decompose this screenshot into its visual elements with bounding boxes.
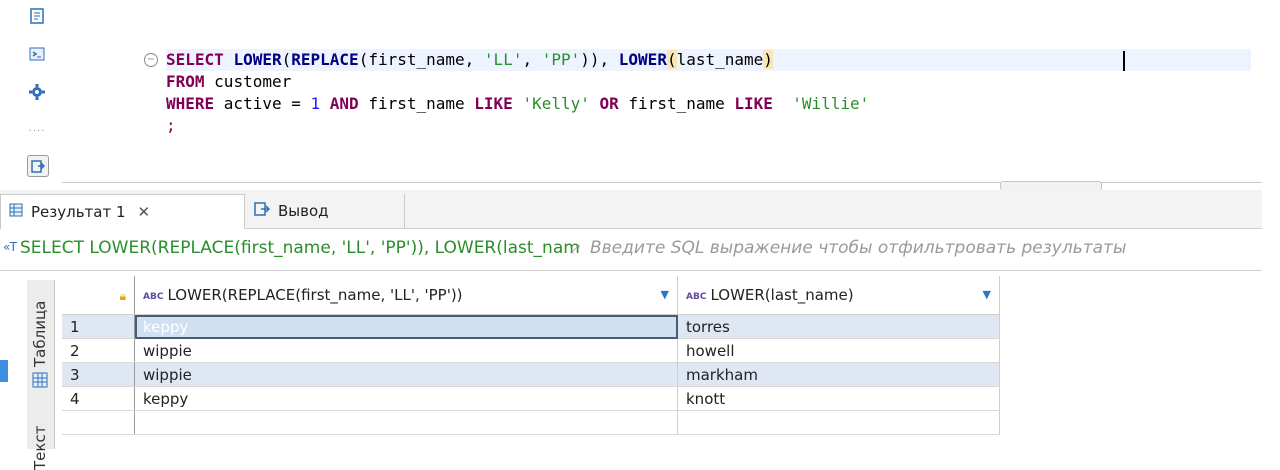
text-type-icon: ABC <box>686 292 707 302</box>
code-token: customer <box>214 72 292 91</box>
cell[interactable]: knott <box>677 386 1000 411</box>
code-token: AND <box>320 94 369 113</box>
row-number[interactable]: 1 <box>62 314 135 339</box>
table-row[interactable]: 4 keppy knott <box>62 386 1000 411</box>
text-type-icon: ABC <box>143 292 164 302</box>
code-token: 'PP' <box>541 50 581 69</box>
cell <box>677 410 1000 435</box>
code-token: (first_name, <box>358 50 484 69</box>
console-icon[interactable] <box>27 44 47 64</box>
code-token: ; <box>166 116 176 135</box>
code-token: , <box>522 50 542 69</box>
table-row[interactable]: 1 keppy torres <box>62 314 1000 339</box>
sql-prefix-icon: «T <box>3 240 18 254</box>
sort-dropdown-icon[interactable]: ▼ <box>661 288 669 301</box>
code-token: OR <box>589 94 629 113</box>
code-token: WHERE <box>166 94 224 113</box>
gear-icon[interactable] <box>27 82 47 102</box>
code-token: active = <box>223 94 311 113</box>
code-token: 'Kelly' <box>522 94 590 113</box>
code-token: REPLACE <box>291 50 359 69</box>
view-mode-strip: Таблица Текст <box>27 280 55 470</box>
tab-results[interactable]: Результат 1 ✕ <box>0 194 245 229</box>
grid-icon[interactable] <box>32 372 48 392</box>
code-line-1: SELECT LOWER(REPLACE(first_name, 'LL', '… <box>166 49 1251 71</box>
tab-output[interactable]: Вывод <box>244 194 405 228</box>
row-number[interactable]: 4 <box>62 386 135 411</box>
code-token: first_name <box>368 94 475 113</box>
cell[interactable]: wippie <box>134 338 678 363</box>
editor-side-toolbar: .... <box>0 0 63 183</box>
more-icon[interactable]: .... <box>27 118 47 138</box>
text-caret <box>1123 51 1125 71</box>
tab-results-label: Результат 1 <box>31 203 126 221</box>
row-number-header: 🔒︎ <box>62 276 135 315</box>
column-header-first-name[interactable]: ABC LOWER(REPLACE(first_name, 'LL', 'PP')… <box>134 276 678 315</box>
filter-query-text: SELECT LOWER(REPLACE(first_name, 'LL', '… <box>20 238 580 258</box>
code-token: 'Willie' <box>792 94 870 113</box>
filter-bar: «T SELECT LOWER(REPLACE(first_name, 'LL'… <box>0 230 1262 271</box>
code-token: SELECT <box>166 50 234 69</box>
code-token: FROM <box>166 72 215 91</box>
explain-plan-icon[interactable] <box>27 6 47 26</box>
sql-editor[interactable]: − SELECT LOWER(REPLACE(first_name, 'LL',… <box>62 0 1262 183</box>
code-token: ) <box>763 50 773 69</box>
filter-input[interactable]: Введите SQL выражение чтобы отфильтроват… <box>590 238 1262 258</box>
side-tab-text[interactable]: Текст <box>31 426 49 470</box>
fold-icon[interactable]: − <box>144 53 158 67</box>
code-token: LOWER <box>618 50 667 69</box>
output-icon <box>254 202 271 220</box>
cell[interactable]: wippie <box>134 362 678 387</box>
code-token: ( <box>281 50 292 69</box>
row-number[interactable]: 2 <box>62 338 135 363</box>
cell <box>134 410 678 435</box>
expand-icon[interactable]: ⤢ <box>570 242 580 257</box>
row-number[interactable]: 3 <box>62 362 135 387</box>
cell[interactable]: torres <box>677 314 1000 339</box>
close-icon[interactable]: ✕ <box>138 203 151 221</box>
code-token: first_name <box>628 94 735 113</box>
code-token: LIKE <box>734 94 773 113</box>
code-token: 'LL' <box>483 50 523 69</box>
tab-output-label: Вывод <box>278 202 329 220</box>
code-token: LOWER <box>233 50 282 69</box>
results-grid: 🔒︎ ABC LOWER(REPLACE(first_name, 'LL', 'P… <box>62 276 1262 449</box>
cell[interactable]: howell <box>677 338 1000 363</box>
results-tab-bar: Результат 1 ✕ Вывод <box>0 190 1262 229</box>
cell[interactable]: markham <box>677 362 1000 387</box>
sort-dropdown-icon[interactable]: ▼ <box>983 288 991 301</box>
side-tab-table[interactable]: Таблица <box>31 301 49 367</box>
lock-icon: 🔒︎ <box>119 289 126 303</box>
code-line-4: ; <box>166 115 176 137</box>
cell[interactable]: keppy <box>134 386 678 411</box>
table-row[interactable]: 3 wippie markham <box>62 362 1000 387</box>
code-token: last_name <box>676 50 764 69</box>
column-header-label: LOWER(REPLACE(first_name, 'LL', 'PP')) <box>167 286 463 304</box>
code-line-2: FROM customer <box>166 71 291 93</box>
code-token: 1 <box>310 94 321 113</box>
row-number <box>62 410 135 435</box>
export-icon[interactable] <box>27 155 49 177</box>
code-token: )), <box>580 50 619 69</box>
code-line-3: WHERE active = 1 AND first_name LIKE 'Ke… <box>166 93 869 115</box>
code-token: LIKE <box>474 94 523 113</box>
table-icon <box>9 203 23 221</box>
active-indicator <box>0 360 8 382</box>
table-row[interactable]: 2 wippie howell <box>62 338 1000 363</box>
column-header-last-name[interactable]: ABC LOWER(last_name) ▼ <box>677 276 1000 315</box>
column-header-label: LOWER(last_name) <box>710 286 854 304</box>
cell[interactable]: keppy <box>134 314 678 339</box>
code-token: ( <box>666 50 677 69</box>
empty-row <box>62 410 1000 435</box>
window-edge <box>1262 0 1280 449</box>
